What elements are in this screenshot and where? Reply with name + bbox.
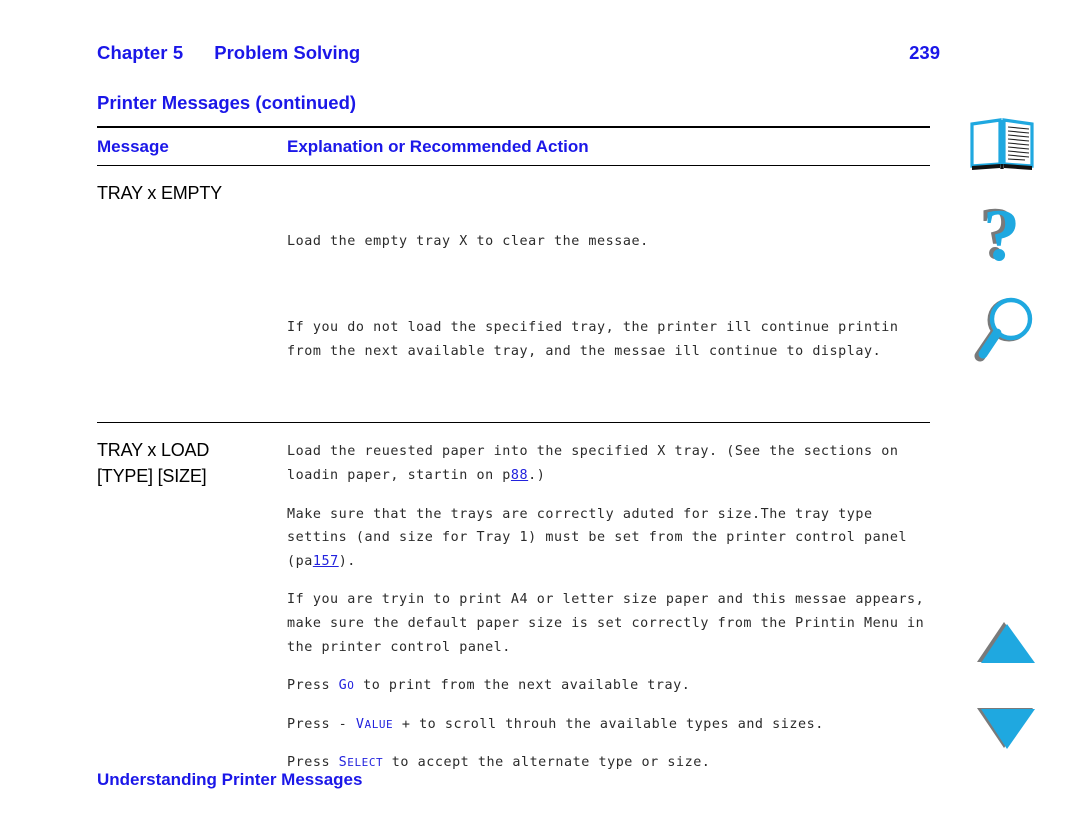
explanation-paragraph: If you are tryin to print A4 or letter s… <box>287 592 933 655</box>
chapter-label: Chapter 5 <box>97 42 184 63</box>
explanation-paragraph: Press - VALUE + to scroll throuh the ava… <box>287 716 824 732</box>
page-reference-link[interactable]: 157 <box>313 554 339 569</box>
running-head: Chapter 5 Problem Solving 239 <box>97 42 957 64</box>
explanation-paragraph: If you do not load the specified tray, t… <box>287 319 908 359</box>
printer-messages-table: Message Explanation or Recommended Actio… <box>97 126 930 787</box>
table-row: TRAY x EMPTY Load the empty tray X to cl… <box>97 166 930 422</box>
section-title: Printer Messages (continued) <box>97 92 357 113</box>
question-mark-icon[interactable]: ? ? <box>975 193 1037 281</box>
message-name-line: TRAY x LOAD <box>97 440 210 461</box>
footer-link[interactable]: Understanding Printer Messages <box>97 770 362 790</box>
document-page: Chapter 5 Problem Solving 239 Printer Me… <box>0 0 1080 834</box>
svg-text:?: ? <box>983 198 1020 276</box>
explanation-paragraph: Make sure that the trays are correctly a… <box>287 506 916 569</box>
explanation-paragraph: Press SELECT to accept the alternate typ… <box>287 755 711 771</box>
column-header-explanation: Explanation or Recommended Action <box>287 137 589 156</box>
icon-rail: ? ? <box>955 0 1080 834</box>
control-panel-key-label: SELECT <box>338 755 384 771</box>
chapter-title: Problem Solving <box>214 42 361 63</box>
column-header-message: Message <box>97 137 169 156</box>
triangle-down-icon[interactable] <box>975 706 1037 755</box>
magnifier-icon[interactable] <box>973 296 1039 373</box>
message-name: TRAY x LOAD [TYPE] [SIZE] <box>97 437 287 775</box>
open-book-icon[interactable] <box>968 118 1036 175</box>
control-panel-key-label: GO <box>338 678 355 694</box>
table-header-row: Message Explanation or Recommended Actio… <box>97 128 930 165</box>
message-name-line: [TYPE] [SIZE] <box>97 466 207 487</box>
page-reference-link[interactable]: 88 <box>511 468 528 483</box>
page-number: 239 <box>909 42 940 63</box>
control-panel-key-label: VALUE <box>355 716 394 732</box>
message-explanation: Load the reuested paper into the specifi… <box>287 437 930 775</box>
table-row: TRAY x LOAD [TYPE] [SIZE] Load the reues… <box>97 423 930 787</box>
explanation-paragraph: Press GO to print from the next availabl… <box>287 678 691 694</box>
message-explanation: Load the empty tray X to clear the messa… <box>287 180 930 410</box>
explanation-paragraph: Load the reuested paper into the specifi… <box>287 444 908 483</box>
explanation-paragraph: Load the empty tray X to clear the messa… <box>287 234 649 250</box>
triangle-up-icon[interactable] <box>975 620 1037 669</box>
message-name: TRAY x EMPTY <box>97 183 222 203</box>
